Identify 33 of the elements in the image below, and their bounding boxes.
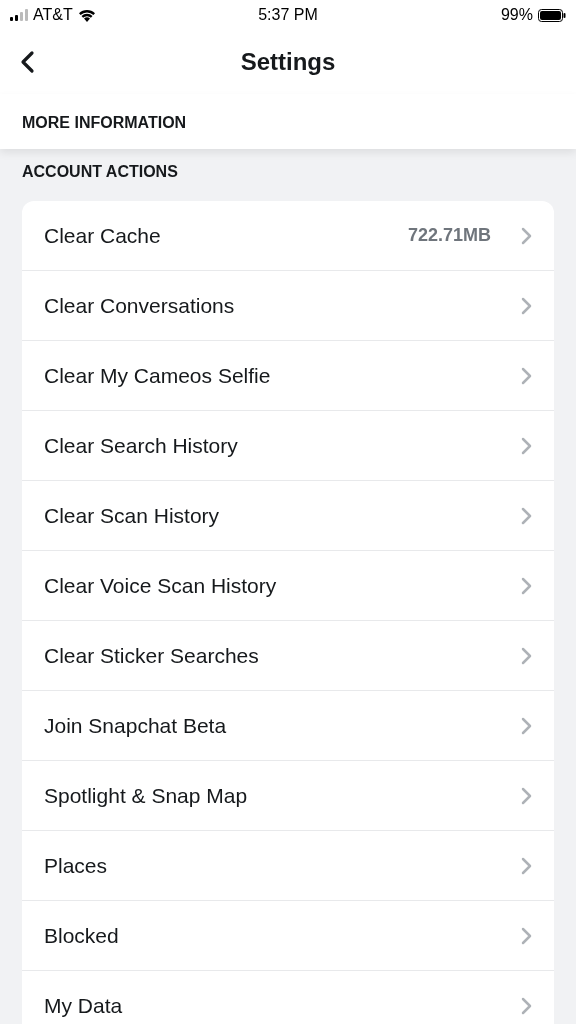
settings-row[interactable]: Places bbox=[22, 831, 554, 901]
chevron-icon bbox=[521, 856, 532, 875]
settings-row[interactable]: Clear Conversations bbox=[22, 271, 554, 341]
chevron-icon bbox=[521, 996, 532, 1015]
chevron-icon bbox=[521, 576, 532, 595]
chevron-icon bbox=[521, 506, 532, 525]
section-header: ACCOUNT ACTIONS bbox=[22, 163, 179, 181]
carrier-name: AT&T bbox=[33, 6, 73, 24]
chevron-icon bbox=[521, 296, 532, 315]
chevron-icon bbox=[521, 436, 532, 455]
chevron-icon bbox=[521, 786, 532, 805]
settings-row[interactable]: Join Snapchat Beta bbox=[22, 691, 554, 761]
settings-row[interactable]: Clear Voice Scan History bbox=[22, 551, 554, 621]
chevron-icon bbox=[521, 716, 532, 735]
chevron-icon bbox=[521, 366, 532, 385]
page-title: Settings bbox=[240, 48, 336, 76]
chevron-icon bbox=[521, 926, 532, 945]
settings-row[interactable]: Clear Sticker Searches bbox=[22, 621, 554, 691]
settings-row[interactable]: My Data bbox=[22, 971, 554, 1024]
chevron-icon bbox=[521, 226, 532, 245]
clock-time: 5:37 PM bbox=[257, 6, 319, 24]
wifi-icon bbox=[77, 8, 96, 22]
section-header: MORE INFORMATION bbox=[22, 114, 188, 132]
chevron-icon bbox=[521, 646, 532, 665]
settings-row[interactable]: Clear Cache 722.71MB bbox=[22, 201, 554, 271]
settings-row[interactable]: Blocked bbox=[22, 901, 554, 971]
battery-icon bbox=[538, 8, 566, 22]
settings-row[interactable]: Clear Scan History bbox=[22, 481, 554, 551]
settings-row[interactable]: Clear My Cameos Selfie bbox=[22, 341, 554, 411]
signal-icon bbox=[10, 9, 28, 21]
settings-row[interactable]: Spotlight & Snap Map bbox=[22, 761, 554, 831]
settings-row[interactable]: Clear Search History bbox=[22, 411, 554, 481]
battery-percent: 99% bbox=[500, 6, 533, 24]
